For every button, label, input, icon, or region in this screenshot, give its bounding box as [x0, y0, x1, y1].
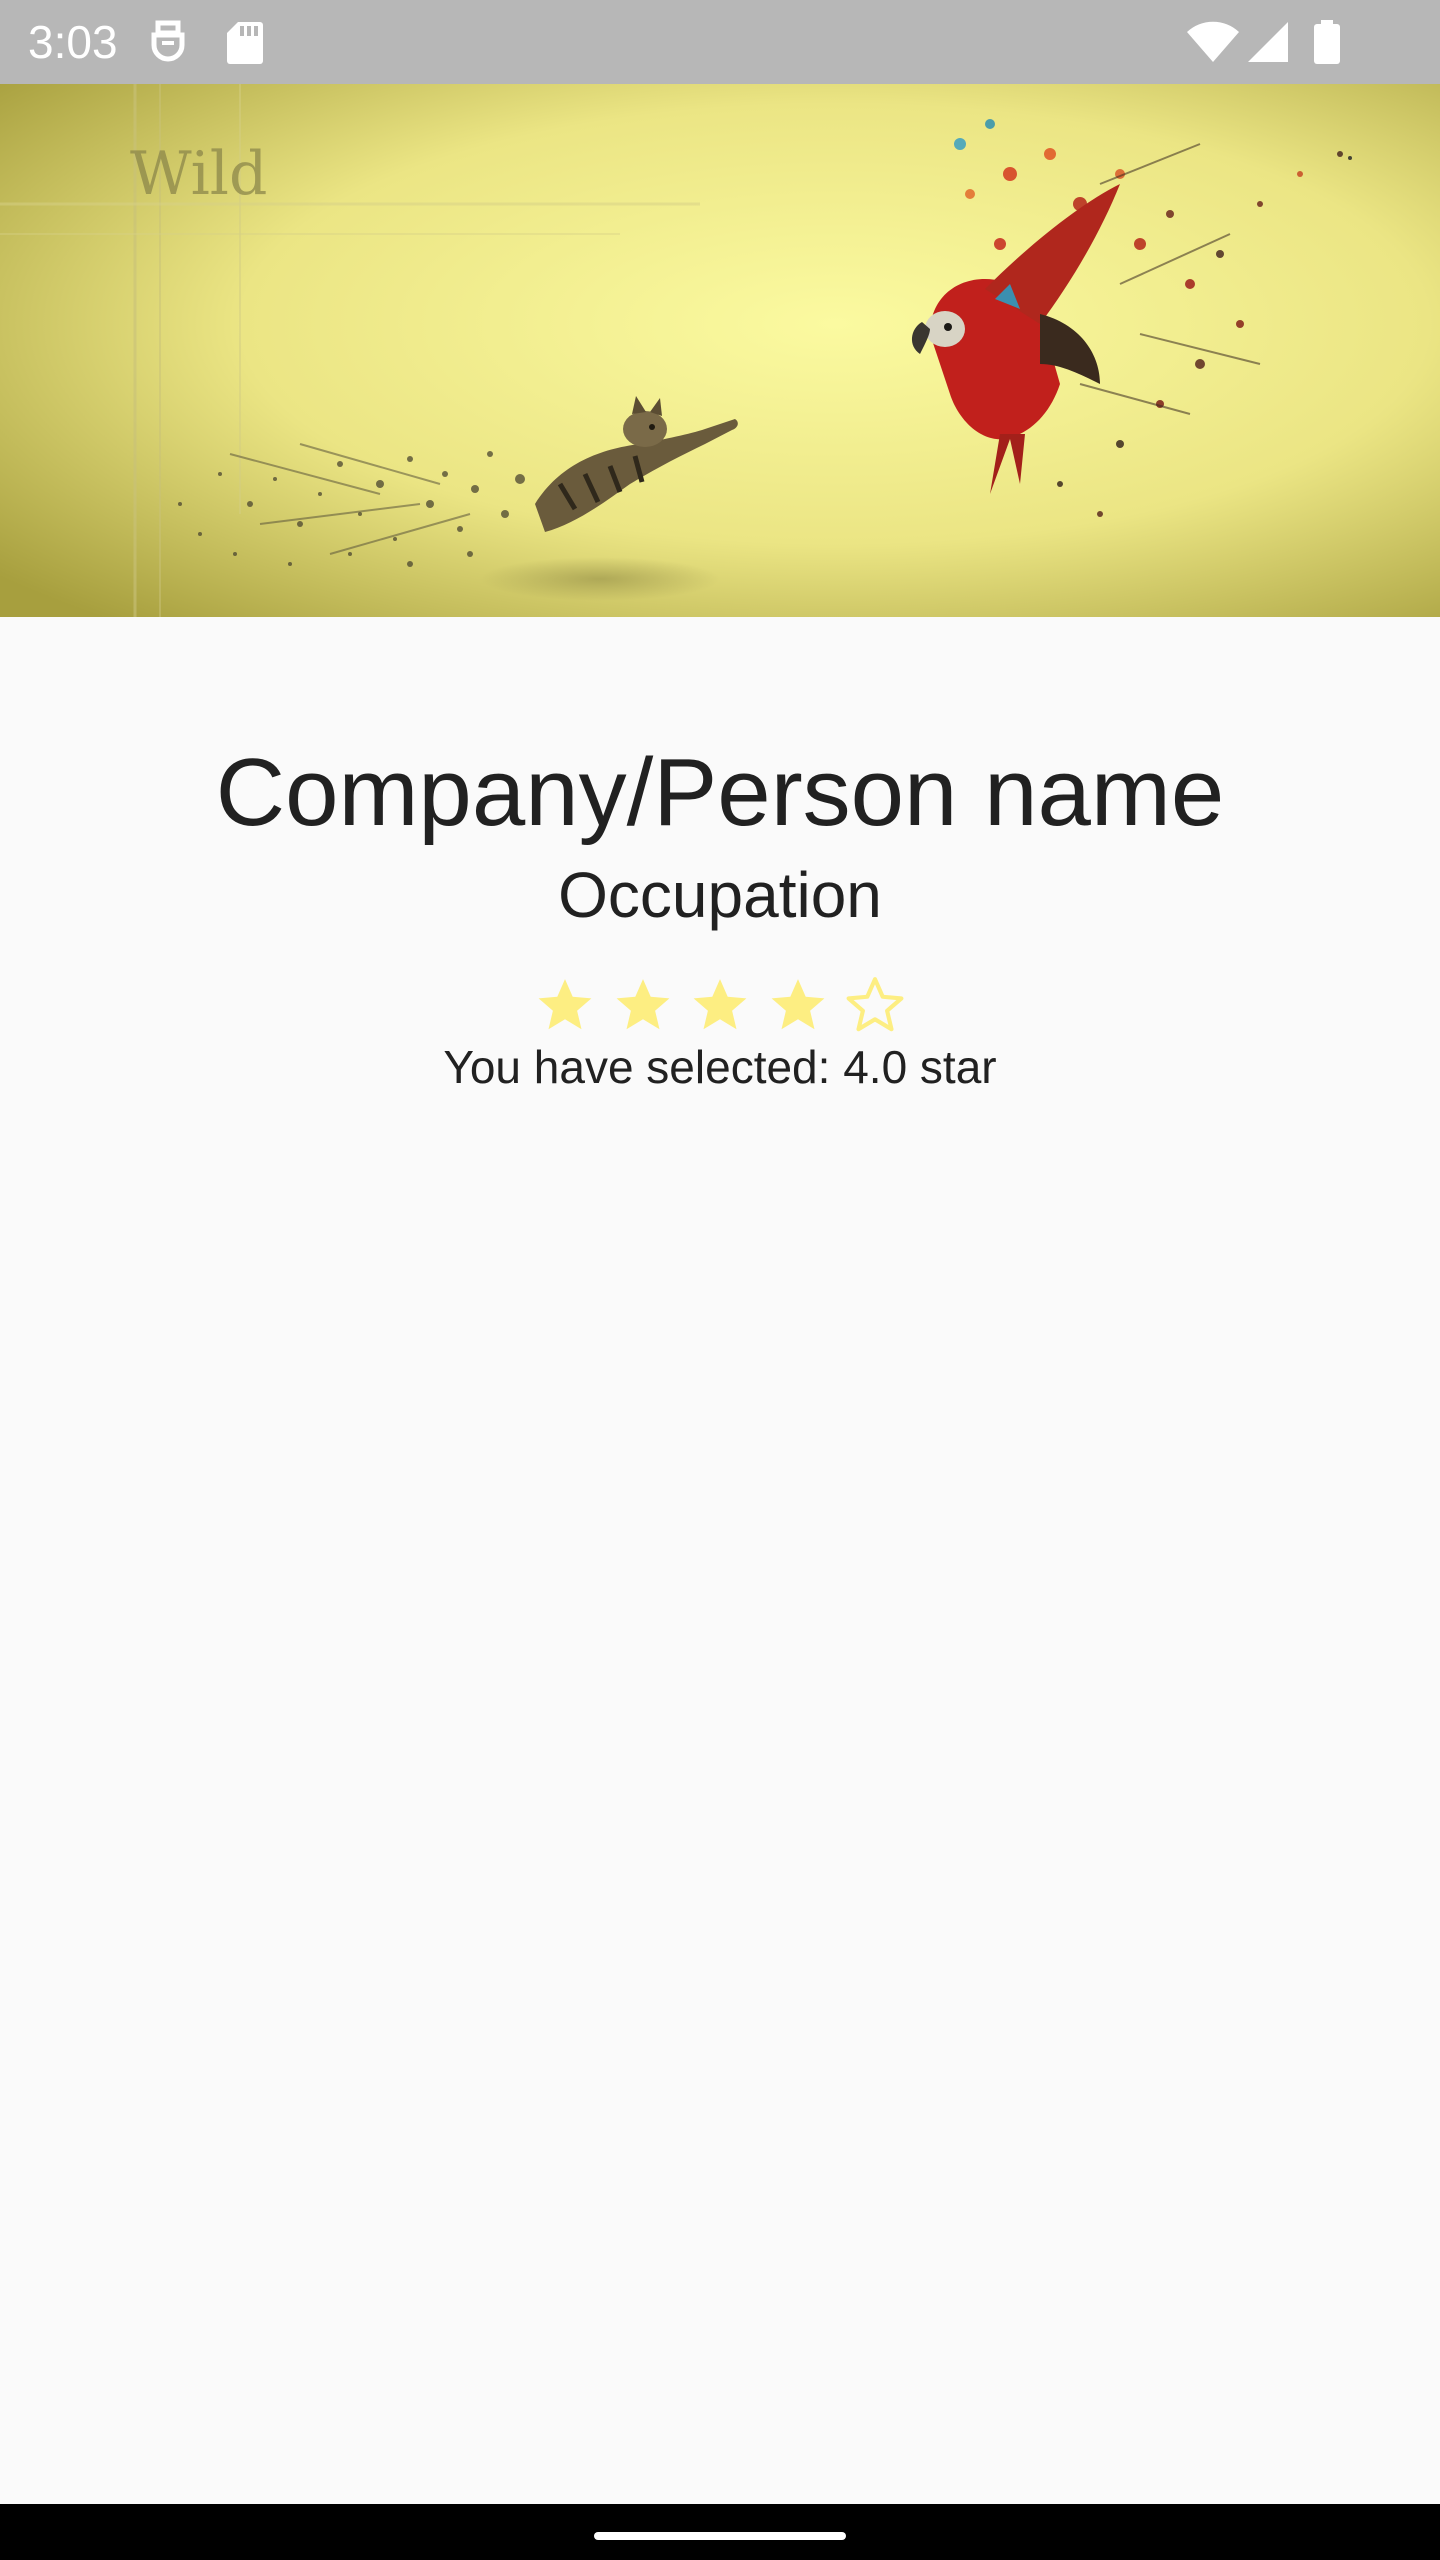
rating-result-text: You have selected: 4.0 star: [443, 1041, 997, 1093]
battery-icon: [1312, 0, 1342, 84]
usb-debug-icon: [148, 0, 188, 84]
profile-name: Company/Person name: [215, 739, 1225, 846]
svg-text:Wild: Wild: [130, 139, 267, 209]
status-bar: 3:03: [0, 0, 1440, 84]
star-5-icon[interactable]: [842, 972, 908, 1038]
profile-occupation: Occupation: [558, 859, 882, 931]
status-time: 3:03: [28, 16, 118, 68]
wifi-icon: [1186, 0, 1240, 84]
home-gesture-handle[interactable]: [594, 2532, 846, 2540]
cell-signal-icon: [1246, 0, 1290, 84]
star-3-icon[interactable]: [687, 972, 753, 1038]
star-1-icon[interactable]: [532, 972, 598, 1038]
star-2-icon[interactable]: [610, 972, 676, 1038]
star-4-icon[interactable]: [765, 972, 831, 1038]
header-image: Wild: [0, 84, 1440, 617]
sd-card-icon: [226, 0, 264, 84]
rating-bar[interactable]: [532, 970, 908, 1040]
